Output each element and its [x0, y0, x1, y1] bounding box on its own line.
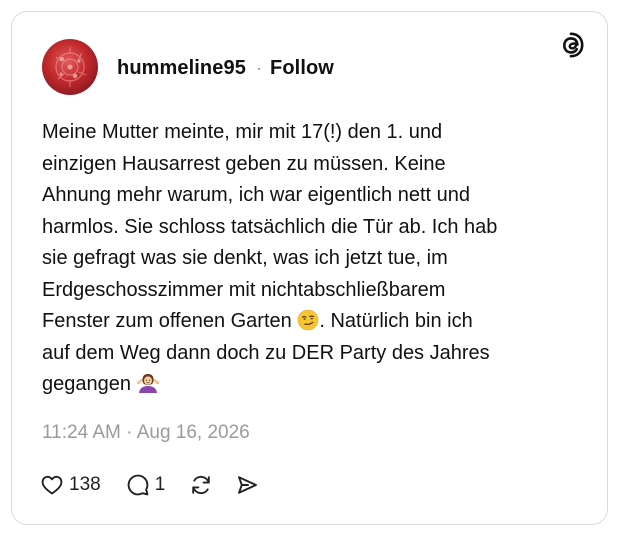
repost-icon: [192, 475, 211, 495]
send-icon: [238, 476, 258, 494]
action-bar: 138 1: [40, 471, 259, 499]
smirking-face-emoji: [298, 309, 319, 331]
post-text-line: Ahnung mehr warum, ich war eigentlich ne…: [42, 184, 471, 206]
separator-dot: ·: [255, 58, 263, 78]
post-text-line: Erdgeschosszimmer mit nichtabschließbare…: [42, 278, 446, 301]
person-shrugging-emoji: [136, 374, 159, 393]
post-text-line: Fenster zum offenen Garten: [42, 310, 298, 332]
reply-button[interactable]: 1: [126, 473, 166, 497]
heart-icon: [41, 475, 63, 495]
post-card: hummeline95 · Follow Meine Mutter meinte…: [11, 11, 608, 525]
post-text-line: . Natürlich bin ich: [319, 310, 473, 332]
post-text-line: gegangen: [42, 373, 137, 395]
share-button[interactable]: [235, 473, 259, 497]
follow-button[interactable]: Follow: [270, 57, 334, 80]
username[interactable]: hummeline95: [117, 57, 246, 80]
post-text-line: sie gefragt was sie denkt, was ich jetzt…: [42, 247, 448, 269]
post-text-line: Meine Mutter meinte, mir mit 17(!) den 1…: [42, 121, 443, 143]
comment-icon: [127, 474, 149, 496]
like-count: 138: [69, 474, 101, 495]
post-text-line: einzigen Hausarrest geben zu müssen. Kei…: [42, 152, 446, 175]
post-body: Meine Mutter meinte, mir mit 17(!) den 1…: [42, 117, 582, 401]
like-button[interactable]: 138: [40, 473, 101, 497]
reply-count: 1: [154, 474, 166, 495]
post-header: hummeline95 · Follow: [117, 57, 334, 80]
threads-logo-icon[interactable]: [557, 31, 585, 59]
avatar[interactable]: [42, 39, 98, 95]
post-text-line: harmlos. Sie schloss tatsächlich die Tür…: [42, 215, 498, 238]
repost-button[interactable]: [189, 473, 213, 497]
post-text-line: auf dem Weg dann doch zu DER Party des J…: [42, 341, 490, 364]
post-timestamp: 11:24 AM · Aug 16, 2026: [42, 422, 250, 443]
